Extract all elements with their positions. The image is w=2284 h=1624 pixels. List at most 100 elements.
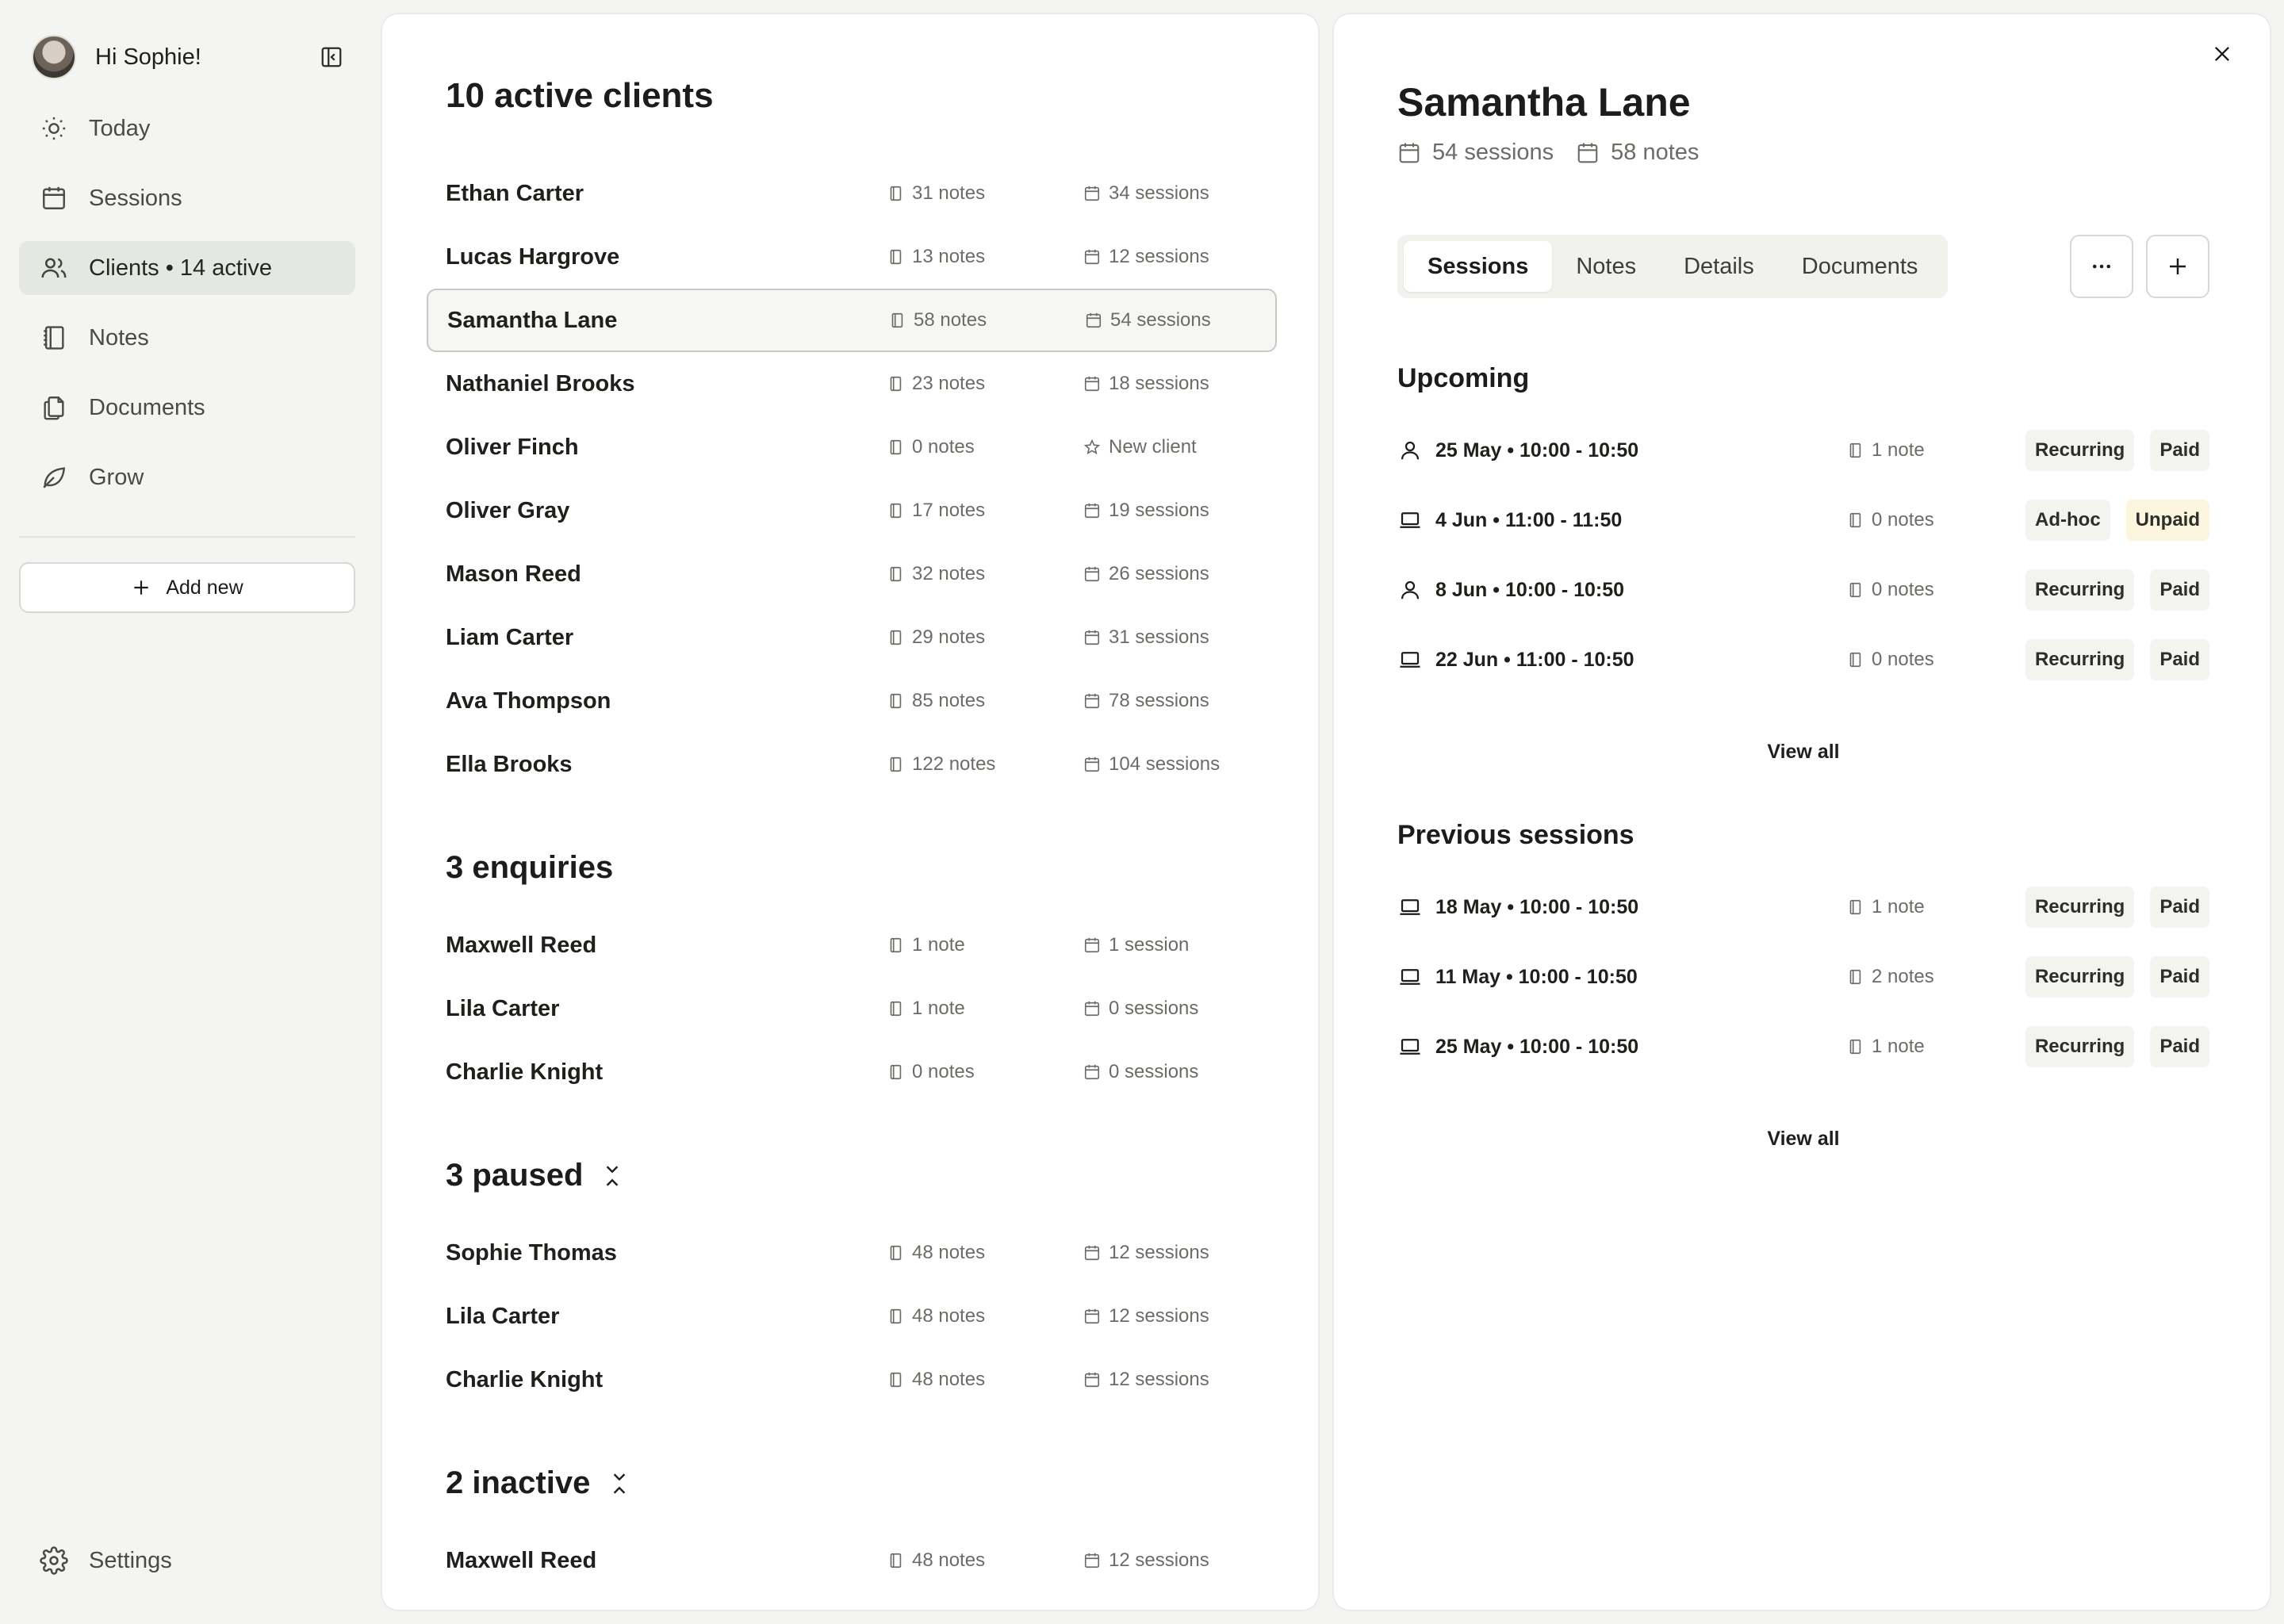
client-sessions: 0 sessions [1083,998,1198,1020]
client-sessions-text: 12 sessions [1109,1305,1209,1327]
nav-item-documents[interactable]: Documents [19,381,355,435]
client-notes: 31 notes [887,182,985,205]
laptop-icon [1397,1034,1423,1059]
detail-notes-text: 58 notes [1611,140,1700,165]
client-sessions: 31 sessions [1083,626,1209,649]
client-sessions-text: 104 sessions [1109,753,1221,775]
client-row[interactable]: Maxwell Reed 1 note 1 session [427,914,1277,977]
client-name: Lucas Hargrove [446,243,620,270]
client-row[interactable]: Liam Carter 29 notes 31 sessions [427,606,1277,669]
users-icon [38,252,70,284]
client-notes-text: 29 notes [912,626,986,648]
collapse-sidebar-button[interactable] [317,43,346,71]
tab-documents[interactable]: Documents [1778,241,1942,292]
session-notes-text: 0 notes [1872,509,1934,530]
client-row[interactable]: Maxwell Reed 48 notes 12 sessions [427,1529,1277,1592]
client-notes: 48 notes [887,1369,985,1391]
client-notes: 29 notes [887,626,985,649]
previous-sessions-title: Previous sessions [1397,820,1634,850]
client-row[interactable]: Mason Reed 32 notes 26 sessions [427,542,1277,606]
client-row[interactable]: Sophie Thomas 48 notes 12 sessions [427,1221,1277,1285]
session-badges: Recurring Paid [2010,956,2209,998]
close-button[interactable] [2206,38,2238,70]
client-sessions: 12 sessions [1083,1305,1209,1327]
tab-sessions[interactable]: Sessions [1404,241,1553,292]
more-options-button[interactable] [2070,235,2133,298]
session-badges: Recurring Paid [2010,639,2209,680]
user-header: Hi Sophie! [32,32,346,82]
section-title-inactive[interactable]: 2 inactive [446,1465,630,1501]
add-new-label: Add new [166,576,243,599]
client-row[interactable]: Ethan Carter 31 notes 34 sessions [427,162,1277,225]
nav-item-clients[interactable]: Clients • 14 active [19,241,355,295]
calendar-icon [1577,143,1598,163]
client-sessions: 0 sessions [1083,1061,1198,1083]
avatar[interactable] [32,35,76,79]
client-row[interactable]: Charlie Knight 0 notes 0 sessions [427,1040,1277,1104]
add-session-button[interactable] [2146,235,2209,298]
client-row[interactable]: Charlie Knight 48 notes 12 sessions [427,1348,1277,1411]
nav-item-notes[interactable]: Notes [19,311,355,365]
notebook-icon [890,1308,902,1324]
session-type-badge: Recurring [2025,639,2135,680]
nav-item-grow[interactable]: Grow [19,450,355,504]
notebook-icon [38,322,70,354]
client-sessions: 34 sessions [1083,182,1209,205]
client-row[interactable]: Nathaniel Brooks 23 notes 18 sessions [427,352,1277,416]
tab-notes[interactable]: Notes [1552,241,1660,292]
session-badges: Recurring Paid [2010,430,2209,471]
client-sessions-text: 1 session [1109,934,1190,956]
client-row[interactable]: Oliver Finch 0 notes New client [427,416,1277,479]
add-new-button[interactable]: Add new [19,562,355,613]
tab-details[interactable]: Details [1660,241,1778,292]
client-row[interactable]: Ava Thompson 85 notes 78 sessions [427,669,1277,733]
calendar-icon [1084,630,1100,645]
client-sessions: 19 sessions [1083,500,1209,522]
session-notes-text: 1 note [1872,439,1925,461]
calendar-icon [1084,186,1100,201]
view-all-upcoming-link[interactable]: View all [1397,741,2209,764]
session-time: 18 May • 10:00 - 10:50 [1435,895,1639,918]
notebook-icon [1849,899,1861,915]
session-row[interactable]: 8 Jun • 10:00 - 10:50 0 notes Recurring … [1397,568,2209,612]
session-type-badge: Recurring [2025,1026,2135,1067]
section-title-text: 2 inactive [446,1465,591,1500]
nav-item-today[interactable]: Today [19,102,355,155]
session-row[interactable]: 22 Jun • 11:00 - 10:50 0 notes Recurring… [1397,638,2209,682]
session-row[interactable]: 4 Jun • 11:00 - 11:50 0 notes Ad-hoc Unp… [1397,498,2209,542]
session-notes: 2 notes [1846,966,1934,988]
client-row-selected[interactable]: Samantha Lane 58 notes 54 sessions [427,289,1277,352]
client-sessions: 12 sessions [1083,1549,1209,1572]
session-row[interactable]: 18 May • 10:00 - 10:50 1 note Recurring … [1397,885,2209,929]
client-row[interactable]: Oliver Gray 17 notes 19 sessions [427,479,1277,542]
client-list-panel: 10 active clients Ethan Carter 31 notes … [381,13,1320,1611]
session-notes-text: 0 notes [1872,649,1934,670]
calendar-icon [1084,249,1100,265]
notebook-icon [890,1064,902,1080]
session-type-badge: Recurring [2025,956,2135,998]
nav-item-settings[interactable]: Settings [38,1542,172,1580]
section-title-paused[interactable]: 3 paused [446,1158,623,1193]
nav-item-sessions[interactable]: Sessions [19,171,355,225]
client-sessions: 104 sessions [1083,753,1220,776]
client-detail-panel: Samantha Lane 54 sessions 58 notes Sessi… [1332,13,2271,1611]
client-row[interactable]: Lila Carter 1 note 0 sessions [427,977,1277,1040]
notebook-icon [890,186,902,201]
session-row[interactable]: 25 May • 10:00 - 10:50 1 note Recurring … [1397,1025,2209,1069]
client-name: Samantha Lane [447,307,618,333]
view-all-previous-link[interactable]: View all [1397,1128,2209,1151]
client-row[interactable]: Lila Carter 48 notes 12 sessions [427,1285,1277,1348]
client-sessions: 26 sessions [1083,563,1209,585]
client-row[interactable]: Ella Brooks 122 notes 104 sessions [427,733,1277,796]
client-name: Charlie Knight [446,1059,604,1085]
notebook-icon [1849,512,1861,528]
calendar-icon [1084,1001,1100,1017]
client-notes-text: 32 notes [912,563,986,584]
client-row[interactable]: Lucas Hargrove 13 notes 12 sessions [427,225,1277,289]
session-row[interactable]: 25 May • 10:00 - 10:50 1 note Recurring … [1397,428,2209,473]
session-time: 25 May • 10:00 - 10:50 [1435,1035,1639,1058]
session-row[interactable]: 11 May • 10:00 - 10:50 2 notes Recurring… [1397,955,2209,999]
calendar-icon [1084,1245,1100,1261]
calendar-icon [1084,1553,1100,1568]
sun-icon [38,113,70,144]
